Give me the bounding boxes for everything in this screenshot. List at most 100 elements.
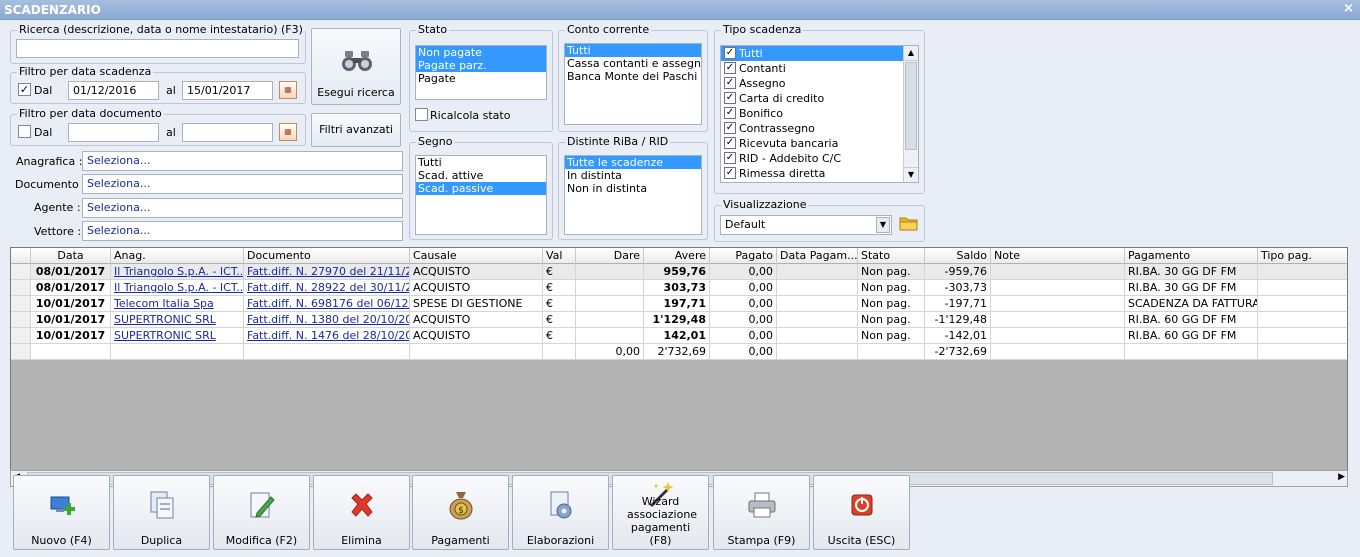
due-type-scrollbar[interactable]: ▲ ▼ bbox=[903, 46, 918, 182]
column-header[interactable]: Avere bbox=[644, 248, 710, 264]
search-input[interactable] bbox=[16, 39, 299, 58]
status-option[interactable]: Non pagate bbox=[416, 46, 546, 59]
column-header[interactable]: Dare bbox=[576, 248, 644, 264]
riba-rid-option[interactable]: Tutte le scadenze bbox=[565, 156, 701, 169]
account-option[interactable]: Cassa contanti e assegni bbox=[565, 57, 701, 70]
due-type-option[interactable]: ✓ Contrassegno bbox=[721, 121, 905, 136]
doc-to-field[interactable] bbox=[182, 123, 273, 142]
table-cell: 08/01/2017 bbox=[31, 264, 111, 280]
folder-icon[interactable] bbox=[899, 214, 919, 232]
exit-button[interactable]: Uscita (ESC) bbox=[813, 475, 910, 550]
chevron-down-icon[interactable]: ▼ bbox=[876, 217, 890, 233]
table-row[interactable]: 10/01/2017 Telecom Italia Spa Fatt.diff. N… bbox=[11, 296, 1347, 312]
advanced-filters-button[interactable]: Filtri avanzati bbox=[311, 113, 401, 147]
column-header[interactable]: Note bbox=[991, 248, 1125, 264]
column-header[interactable]: Pagato bbox=[710, 248, 777, 264]
account-option[interactable]: Banca Monte dei Paschi di Si bbox=[565, 70, 701, 83]
table-row[interactable]: 10/01/2017 SUPERTRONIC SRL Fatt.diff. N. 1… bbox=[11, 328, 1347, 344]
cell-link[interactable]: Fatt.diff. N. 28922 del 30/11/2... bbox=[247, 281, 409, 294]
status-option[interactable]: Pagate parz. bbox=[416, 59, 546, 72]
due-type-option[interactable]: ✓ Assegno bbox=[721, 76, 905, 91]
calendar-icon[interactable]: ▦ bbox=[279, 81, 297, 99]
column-header[interactable]: Data bbox=[31, 248, 111, 264]
due-type-option[interactable]: ✓ Contanti bbox=[721, 61, 905, 76]
cell-link[interactable]: Fatt.diff. N. 1476 del 28/10/2016 bbox=[247, 329, 409, 342]
scroll-thumb[interactable] bbox=[905, 62, 917, 150]
cell-link[interactable]: Il Triangolo S.p.A. - ICT... bbox=[114, 281, 243, 294]
due-type-option[interactable]: ✓ Ricevuta bancaria bbox=[721, 136, 905, 151]
column-header[interactable]: Causale bbox=[410, 248, 543, 264]
wizard-button[interactable]: Wizard associazione pagamenti (F8) bbox=[612, 475, 709, 550]
riba-rid-option[interactable]: In distinta bbox=[565, 169, 701, 182]
duplicate-button[interactable]: Duplica bbox=[113, 475, 210, 550]
edit-button[interactable]: Modifica (F2) bbox=[213, 475, 310, 550]
status-option[interactable]: Pagate bbox=[416, 72, 546, 85]
delete-button[interactable]: Elimina bbox=[313, 475, 410, 550]
documento-selector[interactable]: Seleziona... bbox=[82, 174, 403, 194]
column-header[interactable]: Pagamento bbox=[1125, 248, 1258, 264]
account-option[interactable]: Tutti bbox=[565, 44, 701, 57]
sign-option[interactable]: Scad. passive bbox=[416, 182, 546, 195]
checkbox[interactable]: ✓ bbox=[724, 107, 736, 119]
checkbox[interactable]: ✓ bbox=[724, 62, 736, 74]
due-type-option[interactable]: ✓ Carta di credito bbox=[721, 91, 905, 106]
cell-link[interactable]: Il Triangolo S.p.A. - ICT... bbox=[114, 265, 243, 278]
cell-link[interactable]: SUPERTRONIC SRL bbox=[114, 329, 216, 342]
due-from-field[interactable]: 01/12/2016 bbox=[68, 81, 159, 100]
cell-link[interactable]: Fatt.diff. N. 1380 del 20/10/2016 bbox=[247, 313, 409, 326]
anagrafica-selector[interactable]: Seleziona... bbox=[82, 151, 403, 171]
checkbox[interactable]: ✓ bbox=[724, 152, 736, 164]
table-row[interactable]: 10/01/2017 SUPERTRONIC SRL Fatt.diff. N. 1… bbox=[11, 312, 1347, 328]
table-cell: 10/01/2017 bbox=[31, 296, 111, 312]
column-header[interactable]: Val bbox=[543, 248, 576, 264]
calendar-icon[interactable]: ▦ bbox=[279, 123, 297, 141]
sign-option[interactable]: Tutti bbox=[416, 156, 546, 169]
cell-link[interactable]: SUPERTRONIC SRL bbox=[114, 313, 216, 326]
column-header[interactable]: Anag. bbox=[111, 248, 244, 264]
vettore-selector[interactable]: Seleziona... bbox=[82, 221, 403, 241]
checkbox[interactable]: ✓ bbox=[724, 92, 736, 104]
column-header[interactable]: Tipo pag. bbox=[1258, 248, 1347, 264]
processing-button[interactable]: Elaborazioni bbox=[512, 475, 609, 550]
riba-rid-option[interactable]: Non in distinta bbox=[565, 182, 701, 195]
row-indicator-header bbox=[11, 248, 31, 264]
recalc-status-checkbox[interactable] bbox=[415, 108, 428, 121]
checkbox[interactable]: ✓ bbox=[724, 167, 736, 179]
cell-link[interactable]: Telecom Italia Spa bbox=[114, 297, 214, 310]
doc-from-field[interactable] bbox=[68, 123, 159, 142]
cell-link[interactable]: Fatt.diff. N. 698176 del 06/12/... bbox=[247, 297, 409, 310]
due-to-field[interactable]: 15/01/2017 bbox=[182, 81, 273, 100]
column-header[interactable]: Data Pagam... bbox=[777, 248, 858, 264]
due-type-option[interactable]: ✓ Rimessa diretta bbox=[721, 166, 905, 181]
due-type-option[interactable]: ✓ RID - Addebito C/C bbox=[721, 151, 905, 166]
due-from-checkbox[interactable]: ✓ bbox=[18, 83, 31, 96]
close-button[interactable]: × bbox=[1343, 1, 1354, 16]
agente-selector[interactable]: Seleziona... bbox=[82, 198, 403, 218]
table-cell: ACQUISTO bbox=[410, 280, 543, 296]
due-type-option[interactable]: ✓ Bonifico bbox=[721, 106, 905, 121]
table-cell bbox=[991, 312, 1125, 328]
printer-button[interactable]: Stampa (F9) bbox=[713, 475, 810, 550]
table-row[interactable]: 08/01/2017 Il Triangolo S.p.A. - ICT... Fa… bbox=[11, 264, 1347, 280]
due-type-label: Contanti bbox=[739, 62, 786, 75]
scroll-down-icon[interactable]: ▼ bbox=[904, 167, 918, 182]
sign-option[interactable]: Scad. attive bbox=[416, 169, 546, 182]
cell-link[interactable]: Fatt.diff. N. 27970 del 21/11/2... bbox=[247, 265, 409, 278]
money-bag-button[interactable]: $ Pagamenti bbox=[412, 475, 509, 550]
due-type-option[interactable]: ✓ Tutti bbox=[721, 46, 905, 61]
doc-from-checkbox[interactable] bbox=[18, 125, 31, 138]
checkbox[interactable]: ✓ bbox=[724, 122, 736, 134]
checkbox[interactable]: ✓ bbox=[724, 47, 736, 59]
search-button[interactable]: Esegui ricerca bbox=[311, 28, 401, 105]
new-button[interactable]: Nuovo (F4) bbox=[13, 475, 110, 550]
checkbox[interactable]: ✓ bbox=[724, 77, 736, 89]
table-cell: 10/01/2017 bbox=[31, 312, 111, 328]
table-row[interactable]: 08/01/2017 Il Triangolo S.p.A. - ICT... Fa… bbox=[11, 280, 1347, 296]
column-header[interactable]: Stato bbox=[858, 248, 925, 264]
scroll-right-icon[interactable]: ▶ bbox=[1338, 472, 1345, 482]
scroll-up-icon[interactable]: ▲ bbox=[904, 46, 918, 61]
column-header[interactable]: Documento bbox=[244, 248, 410, 264]
column-header[interactable]: Saldo bbox=[924, 248, 991, 264]
checkbox[interactable]: ✓ bbox=[724, 137, 736, 149]
view-dropdown[interactable]: Default ▼ bbox=[720, 215, 892, 235]
